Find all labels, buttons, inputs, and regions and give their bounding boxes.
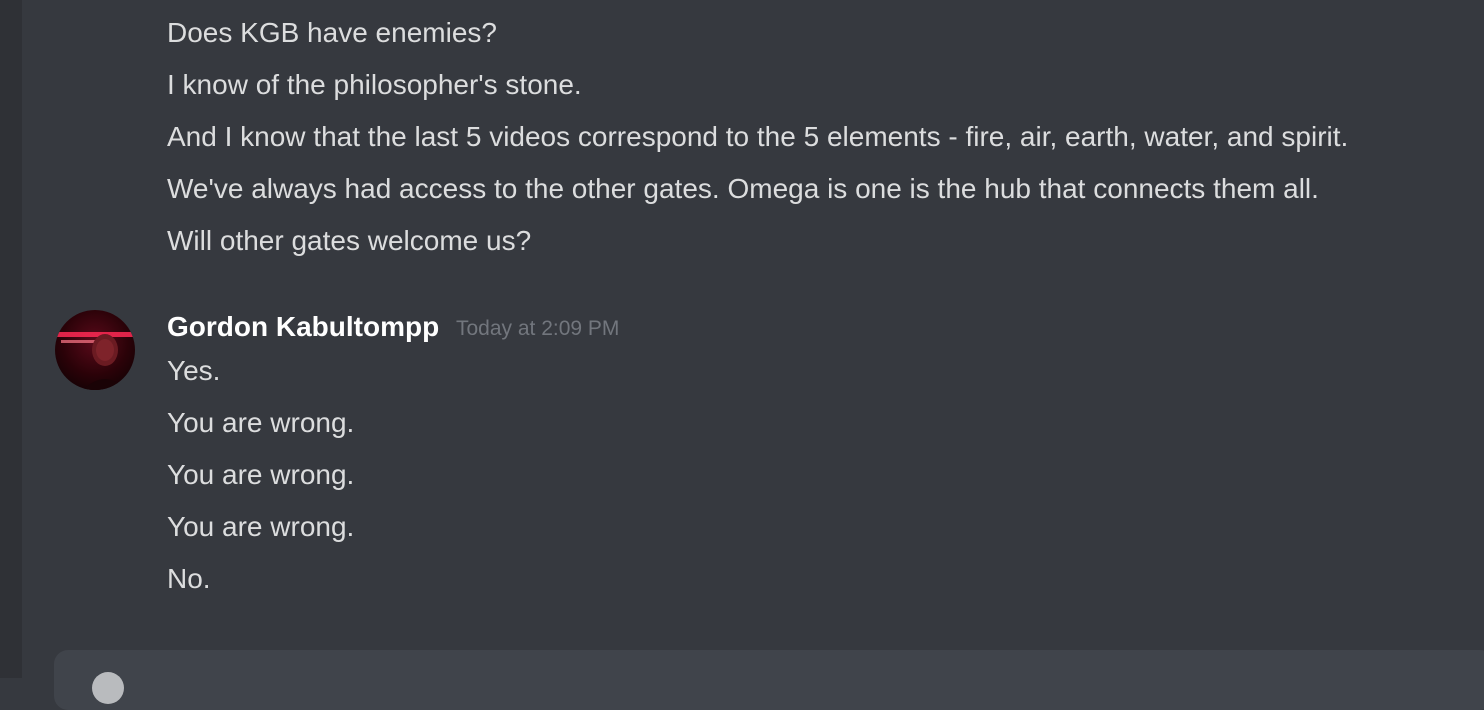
message-composer[interactable] [54,650,1484,710]
message-line: And I know that the last 5 videos corres… [167,121,1349,152]
message-line: You are wrong. [167,407,355,438]
message-author[interactable]: Gordon Kabultompp [167,309,439,345]
message-timestamp: Today at 2:09 PM [456,317,620,340]
message-line: Will other gates welcome us? [167,225,532,256]
message-line: You are wrong. [167,511,355,542]
message-line: We've always had access to the other gat… [167,173,1319,204]
avatar-image [55,310,135,390]
message-line: No. [167,563,211,594]
chat-panel: Does KGB have enemies? I know of the phi… [22,0,1484,710]
add-circle-icon[interactable] [92,672,124,704]
left-rail [0,0,22,678]
message-line: You are wrong. [167,459,355,490]
message-line: Yes. [167,355,221,386]
message-line: Does KGB have enemies? [167,17,497,48]
avatar[interactable] [55,310,135,390]
message-line: I know of the philosopher's stone. [167,69,582,100]
